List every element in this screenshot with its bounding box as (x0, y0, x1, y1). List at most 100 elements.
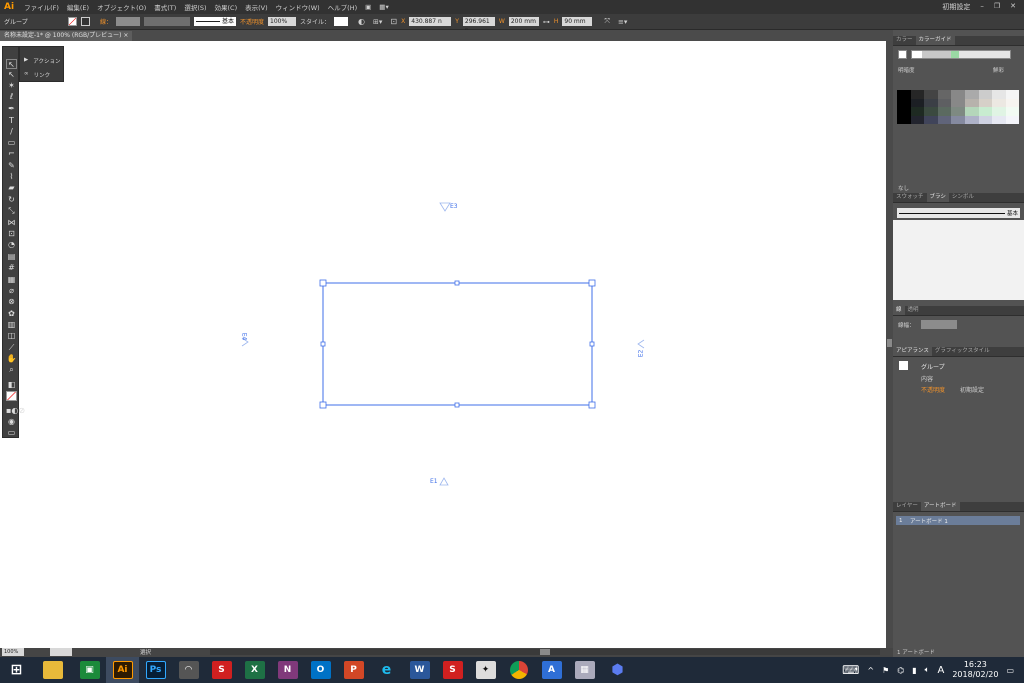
perspective-grid-tool-icon[interactable]: ▤ (6, 252, 17, 262)
label-right[interactable]: E2 (637, 350, 644, 358)
tab-appearance[interactable]: アピアランス (893, 347, 932, 356)
taskbar-word[interactable]: W (403, 657, 436, 683)
blob-brush-tool-icon[interactable]: ⌇ (6, 172, 17, 182)
stroke-weight-field[interactable] (116, 17, 141, 26)
tab-graphic-styles[interactable]: グラフィックスタイル (932, 347, 993, 356)
handle-top-right[interactable] (588, 279, 596, 287)
color-variation-swatch[interactable] (910, 98, 925, 108)
bridge-icon[interactable]: ▣ (361, 3, 375, 11)
tab-transparency[interactable]: 透明 (905, 306, 922, 315)
color-variation-swatch[interactable] (951, 90, 965, 99)
screen-mode-icon[interactable]: ▭ (6, 428, 17, 438)
h-field[interactable]: 90 mm (562, 17, 593, 26)
taskbar-app-a[interactable]: A (535, 657, 568, 683)
graphic-style-field[interactable] (334, 17, 349, 26)
fill-stroke-swatch[interactable] (6, 391, 17, 401)
vertical-scroll-thumb[interactable] (887, 339, 892, 347)
color-variation-swatch[interactable] (951, 107, 965, 116)
color-variation-swatch[interactable] (964, 90, 979, 99)
panel-menu-icon[interactable]: ≡▾ (618, 18, 627, 26)
isolate-icon[interactable]: ⤧ (604, 17, 610, 26)
tab-symbols[interactable]: シンボル (949, 193, 977, 202)
actions-item[interactable]: ▶ アクション (24, 57, 60, 65)
taskbar-outlook[interactable]: O (304, 657, 337, 683)
harmony-rules-bar[interactable] (911, 50, 1011, 59)
rotate-tool-icon[interactable]: ↻ (6, 195, 17, 205)
status-text[interactable]: 選択 (140, 648, 151, 656)
selected-rectangle[interactable] (322, 282, 593, 406)
handle-bottom-left[interactable] (319, 401, 327, 409)
color-variation-swatch[interactable] (924, 115, 938, 125)
arrange-documents-icon[interactable]: ▦▾ (375, 3, 392, 11)
gradient-tool-icon[interactable]: ▦ (6, 275, 17, 285)
handle-bottom-right[interactable] (588, 401, 596, 409)
battery-icon[interactable]: ▮ (912, 666, 916, 675)
artboard-nav-field[interactable] (50, 648, 72, 656)
free-transform-tool-icon[interactable]: ⊡ (6, 229, 17, 239)
selection-tool-icon[interactable]: ↖ (6, 59, 17, 69)
handle-middle-left[interactable] (320, 341, 326, 347)
mesh-tool-icon[interactable]: # (6, 263, 17, 273)
rectangle-tool-icon[interactable]: ▭ (6, 138, 17, 148)
menu-object[interactable]: オブジェクト(O) (93, 2, 150, 12)
color-variation-swatch[interactable] (897, 107, 911, 116)
color-mode-icon[interactable]: ▪◐⊘ (6, 406, 25, 416)
w-field[interactable]: 200 mm (508, 17, 539, 26)
fill-swatch[interactable] (68, 17, 77, 26)
flag-icon[interactable]: ⚑ (882, 666, 889, 675)
menu-window[interactable]: ウィンドウ(W) (272, 2, 324, 12)
type-tool-icon[interactable]: T (6, 116, 17, 126)
tab-stroke[interactable]: 線 (893, 306, 905, 315)
pencil-tool-icon[interactable]: ✎ (6, 161, 17, 171)
opacity-field[interactable]: 100% (268, 17, 297, 26)
keyboard-icon[interactable]: ⌨ (842, 663, 859, 677)
taskbar-explorer[interactable] (33, 657, 73, 683)
default-fill-stroke-icon[interactable]: ◧ (6, 380, 17, 390)
color-variations-grid[interactable] (897, 90, 1020, 125)
color-variation-swatch[interactable] (1005, 90, 1020, 99)
color-variation-swatch[interactable] (937, 98, 952, 108)
color-variation-swatch[interactable] (937, 107, 952, 116)
label-top[interactable]: E3 (450, 203, 458, 210)
tab-layers[interactable]: レイヤー (893, 502, 921, 511)
color-variation-swatch[interactable] (951, 98, 965, 108)
taskbar-store[interactable]: ▣ (73, 657, 106, 683)
x-field[interactable]: 430.887 n (409, 17, 452, 26)
appearance-opacity-label[interactable]: 不透明度 (921, 385, 945, 394)
taskbar-ie[interactable]: e (370, 657, 403, 683)
taskbar-sketchup-layout[interactable]: S (436, 657, 469, 683)
direct-selection-tool-icon[interactable]: ↖ (6, 70, 17, 80)
color-variation-swatch[interactable] (937, 90, 952, 99)
color-variation-swatch[interactable] (910, 115, 925, 125)
color-variation-swatch[interactable] (992, 90, 1006, 99)
taskbar-app-bw[interactable]: ✦ (469, 657, 502, 683)
horizontal-scrollbar[interactable] (210, 649, 880, 655)
blend-tool-icon[interactable]: ⊗ (6, 297, 17, 307)
color-variation-swatch[interactable] (910, 90, 925, 99)
color-mode-label[interactable]: 明暗度 (898, 66, 915, 74)
eraser-tool-icon[interactable]: ▰ (6, 183, 17, 193)
menu-effect[interactable]: 効果(C) (211, 2, 242, 12)
clock[interactable]: 16:23 2018/02/20 (952, 660, 998, 680)
handle-bottom-center[interactable] (454, 402, 460, 408)
close-tab-icon[interactable]: × (123, 32, 128, 39)
document-tab[interactable]: 名称未設定-1* @ 100% (RGB/プレビュー) × (0, 31, 133, 41)
color-variation-swatch[interactable] (924, 107, 938, 116)
variable-width-field[interactable] (144, 17, 191, 26)
color-variation-swatch[interactable] (1005, 107, 1020, 116)
menu-edit[interactable]: 編集(E) (63, 2, 93, 12)
menu-select[interactable]: 選択(S) (180, 2, 210, 12)
stroke-label[interactable]: 線： (100, 17, 112, 26)
scale-tool-icon[interactable]: ⤡ (6, 206, 17, 216)
column-graph-tool-icon[interactable]: ▥ (6, 320, 17, 330)
slice-tool-icon[interactable]: ⟋ (6, 343, 17, 353)
tab-brushes[interactable]: ブラシ (926, 193, 949, 202)
color-variation-swatch[interactable] (951, 115, 965, 125)
color-variation-swatch[interactable] (937, 115, 952, 125)
handle-top-center[interactable] (454, 280, 460, 286)
lasso-tool-icon[interactable]: ℓ (6, 92, 17, 102)
color-variation-swatch[interactable] (978, 107, 993, 116)
color-variation-swatch[interactable] (897, 90, 911, 99)
magic-wand-tool-icon[interactable]: ✶ (6, 81, 17, 91)
vertical-scrollbar[interactable] (886, 41, 893, 648)
